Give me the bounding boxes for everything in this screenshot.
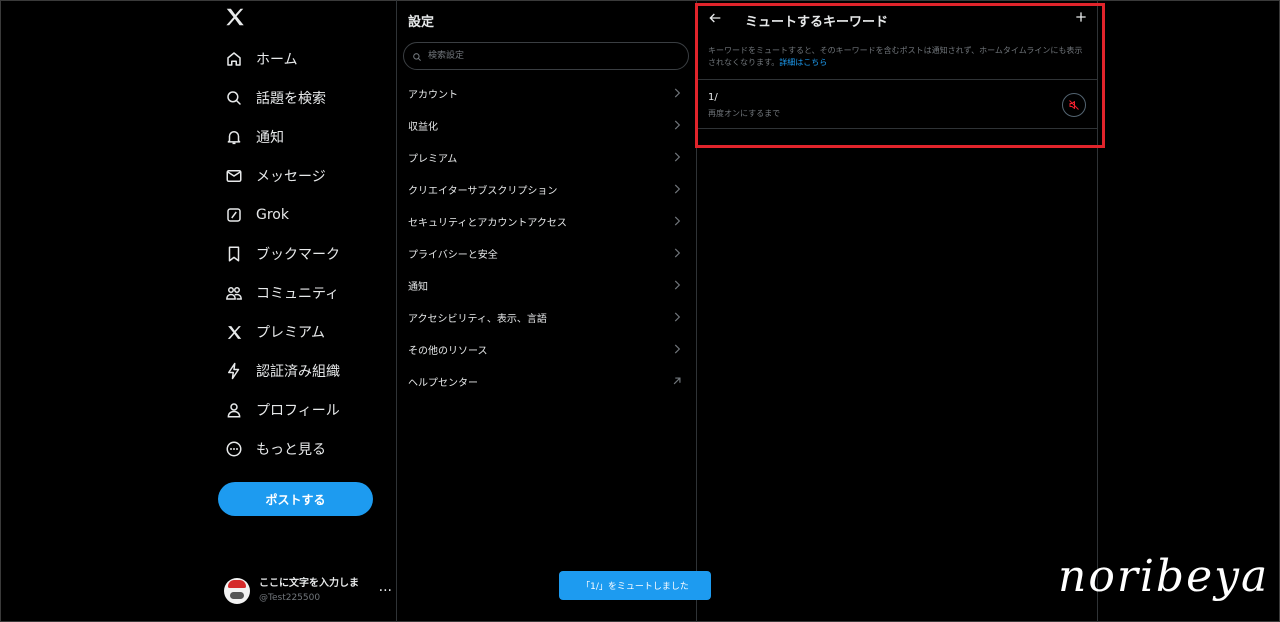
chevron-right-icon: [674, 248, 681, 258]
home-icon: [222, 47, 246, 71]
chevron-right-icon: [674, 344, 681, 354]
settings-search[interactable]: [403, 42, 689, 70]
nav-item-label: Grok: [256, 207, 289, 223]
settings-item-label: ヘルプセンター: [408, 377, 478, 389]
settings-item-label: アクセシビリティ、表示、言語: [408, 313, 547, 325]
settings-item-label: 収益化: [408, 121, 438, 133]
settings-item-help-center[interactable]: ヘルプセンター: [397, 365, 696, 397]
chevron-right-icon: [674, 184, 681, 194]
chevron-right-icon: [674, 88, 681, 98]
settings-item-label: アカウント: [408, 89, 458, 101]
lightning-icon: [222, 359, 246, 383]
settings-item-resources[interactable]: その他のリソース: [397, 333, 696, 365]
bell-icon: [222, 125, 246, 149]
settings-item-label: セキュリティとアカウントアクセス: [408, 217, 567, 229]
account-switcher[interactable]: ここに文字を入力しま @Test225500 ···: [224, 575, 392, 607]
nav-item-profile[interactable]: プロフィール: [222, 393, 340, 427]
nav-item-premium[interactable]: プレミアム: [222, 315, 325, 349]
settings-item-label: その他のリソース: [408, 345, 488, 357]
settings-column: 設定 アカウント 収益化 プレミアム クリエイターサブスクリプション セキュリテ…: [397, 0, 696, 622]
person-icon: [222, 398, 246, 422]
search-input[interactable]: [426, 50, 670, 62]
chevron-right-icon: [674, 120, 681, 130]
highlight-box: [695, 3, 1105, 148]
nav-item-home[interactable]: ホーム: [222, 42, 298, 76]
external-link-icon: [673, 377, 681, 385]
settings-item-accessibility[interactable]: アクセシビリティ、表示、言語: [397, 301, 696, 333]
nav-item-grok[interactable]: Grok: [222, 198, 289, 232]
chevron-right-icon: [674, 216, 681, 226]
nav-item-communities[interactable]: コミュニティ: [222, 276, 339, 310]
bookmark-icon: [222, 242, 246, 266]
nav-item-label: メッセージ: [256, 169, 326, 185]
nav-item-label: 通知: [256, 130, 284, 146]
nav-item-label: 認証済み組織: [256, 364, 340, 380]
grok-icon: [222, 203, 246, 227]
chevron-right-icon: [674, 280, 681, 290]
settings-item-security[interactable]: セキュリティとアカウントアクセス: [397, 205, 696, 237]
nav-item-label: プレミアム: [256, 325, 326, 341]
settings-item-label: プレミアム: [408, 153, 458, 165]
nav-item-label: ホーム: [256, 52, 298, 68]
nav-item-label: ブックマーク: [256, 247, 340, 263]
account-name: ここに文字を入力しま: [259, 578, 359, 589]
search-icon: [412, 47, 422, 66]
toast-notification: 「1/」をミュートしました: [559, 571, 711, 600]
nav-item-label: 話題を検索: [256, 91, 326, 107]
settings-item-creator-subscriptions[interactable]: クリエイターサブスクリプション: [397, 173, 696, 205]
x-logo-icon: [222, 320, 246, 344]
nav-item-notifications[interactable]: 通知: [222, 120, 284, 154]
settings-item-account[interactable]: アカウント: [397, 77, 696, 109]
account-handle: @Test225500: [259, 593, 321, 603]
watermark: noribeya: [1058, 551, 1270, 602]
x-logo-icon[interactable]: [224, 6, 248, 34]
nav-item-label: プロフィール: [256, 403, 340, 419]
settings-item-label: クリエイターサブスクリプション: [408, 185, 558, 197]
nav-item-more[interactable]: もっと見る: [222, 432, 326, 466]
avatar: [224, 578, 250, 604]
mail-icon: [222, 164, 246, 188]
settings-item-label: プライバシーと安全: [408, 249, 498, 261]
settings-item-privacy[interactable]: プライバシーと安全: [397, 237, 696, 269]
page-title: 設定: [408, 15, 435, 30]
nav-item-verified-orgs[interactable]: 認証済み組織: [222, 354, 340, 388]
nav-item-messages[interactable]: メッセージ: [222, 159, 326, 193]
settings-item-monetization[interactable]: 収益化: [397, 109, 696, 141]
community-icon: [222, 281, 246, 305]
nav-item-label: コミュニティ: [256, 286, 340, 302]
more-dots-icon[interactable]: ···: [379, 583, 392, 599]
chevron-right-icon: [674, 312, 681, 322]
search-icon: [222, 86, 246, 110]
nav-item-bookmarks[interactable]: ブックマーク: [222, 237, 340, 271]
primary-navigation: ホーム 話題を検索 通知 メッセージ Grok ブックマーク コミュニティ プレ…: [214, 0, 396, 622]
nav-item-label: もっと見る: [256, 442, 326, 458]
settings-item-notifications[interactable]: 通知: [397, 269, 696, 301]
settings-item-premium[interactable]: プレミアム: [397, 141, 696, 173]
settings-item-label: 通知: [408, 281, 428, 293]
chevron-right-icon: [674, 152, 681, 162]
post-button[interactable]: ポストする: [218, 482, 373, 516]
nav-item-explore[interactable]: 話題を検索: [222, 81, 326, 115]
more-circle-icon: [222, 437, 246, 461]
